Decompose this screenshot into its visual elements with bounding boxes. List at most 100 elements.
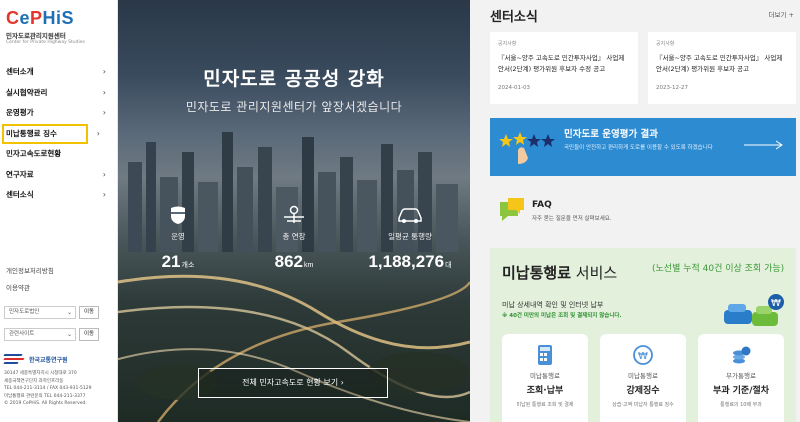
nav-item-highway-status[interactable]: 민자고속도로현황 (0, 144, 118, 165)
service-title: 조회·납부 (526, 386, 564, 396)
news-title: 『서울~양주 고속도로 민간투자사업』 사업제안서(2단계) 평가위원 후보자 … (656, 54, 783, 73)
related-site-select-row: 관련사이트 ⌄ 이동 (4, 328, 99, 341)
car-icon (398, 208, 422, 223)
service-lookup-pay[interactable]: 미납통행료 조회·납부 미납된 통행료 조회 및 결제 (502, 334, 588, 422)
highway-shield-icon (171, 206, 185, 224)
svg-text:₩: ₩ (771, 298, 781, 309)
right-panel: 센터소식 더보기 + 공지사항 『서울~양주 고속도로 민간투자사업』 사업제안… (470, 0, 800, 422)
hero-title: 민자도로 공공성 강화 (203, 68, 385, 90)
chevron-right-icon: › (340, 378, 344, 387)
hero-subtitle: 민자도로 관리지원센터가 앞장서겠습니다 (185, 100, 403, 114)
logo-wordmark: CePHiS (6, 8, 75, 28)
logo-korean-name: 민자도로관리지원센터 (6, 32, 66, 40)
nav-item-research[interactable]: 연구자료 › (0, 165, 118, 186)
news-date: 2024-01-03 (498, 85, 530, 91)
stat-label: 운영 (171, 232, 185, 241)
chevron-right-icon: › (102, 67, 106, 76)
news-card[interactable]: 공지사항 『서울~양주 고속도로 민간투자사업』 사업제안서(2단계) 평가위원… (648, 32, 796, 104)
page: CePHiS 민자도로관리지원센터 Center for Private Hig… (0, 0, 800, 422)
nav-item-evaluation[interactable]: 운영평가 › (0, 103, 118, 124)
select-value: 민자도로법인 (9, 309, 40, 315)
nav-label: 연구자료 (6, 169, 34, 179)
banner-title: 민자도로 운영평가 결과 (564, 129, 659, 140)
nav-item-agreement[interactable]: 실시협약관리 › (0, 83, 118, 104)
site-logo[interactable]: CePHiS 민자도로관리지원센터 Center for Private Hig… (6, 8, 85, 45)
road-length-icon (284, 205, 304, 223)
news-category: 공지사항 (656, 41, 675, 47)
org-name: 한국교통연구원 (29, 356, 68, 364)
news-card[interactable]: 공지사항 『서울~양주 고속도로 민간투자사업』 사업제안서(2단계) 평가위원… (490, 32, 638, 104)
service-description: 상습·고액 미납자 통행료 징수 (612, 402, 674, 408)
service-surcharge-criteria[interactable]: 부가통행료 부과 기준/절차 통행료의 10배 부과 (698, 334, 784, 422)
select-value: 관련사이트 (9, 331, 35, 337)
service-description: 미납된 통행료 조회 및 결제 (516, 402, 574, 408)
nav-label: 민자고속도로현황 (6, 149, 62, 158)
service-description: 통행료의 10배 부과 (720, 402, 762, 408)
nav-item-news[interactable]: 센터소식 › (0, 185, 118, 206)
service-forced-collection[interactable]: ₩ 미납통행료 강제징수 상습·고액 미납자 통행료 징수 (600, 334, 686, 422)
logo-english-name: Center for Private Highway Studies (6, 40, 85, 45)
org-logo: 한국교통연구원 (3, 352, 68, 366)
related-site-select[interactable]: 관련사이트 ⌄ (4, 328, 76, 341)
cars-won-illustration-icon: ₩ (724, 294, 784, 326)
stat-traffic: 일평균 통행량 1,188,276대 (355, 205, 465, 272)
button-label: 전체 민자고속도로 현황 보기 (242, 378, 339, 387)
faq-description: 자주 묻는 질문을 먼저 살펴보세요. (532, 216, 612, 222)
unpaid-toll-service: 미납통행료 서비스 (노선별 누적 40건 이상 조회 가능) 미납 상세내역 … (490, 248, 796, 422)
chevron-down-icon: ⌄ (66, 331, 72, 338)
arrow-right-icon (744, 140, 783, 150)
address-line: 세종국책연구단지 과학인프라동 (4, 378, 64, 384)
stat-value: 1,188,276대 (368, 252, 452, 271)
unpaid-service-note: (노선별 누적 40건 이상 조회 가능) (652, 264, 785, 274)
chevron-right-icon: › (96, 128, 100, 138)
nav-label: 미납통행료 징수 (6, 128, 57, 138)
unpaid-service-desc: 미납 상세내역 확인 및 인터넷 납부 (502, 301, 604, 309)
stat-length: 총 연장 862km (239, 205, 349, 272)
service-subtitle: 미납통행료 (628, 372, 658, 380)
chevron-right-icon: › (102, 108, 106, 117)
news-title: 『서울~양주 고속도로 민간투자사업』 사업제안서(2단계) 평가위원 후보자 … (498, 54, 625, 73)
privacy-policy-link[interactable]: 개인정보처리방침 (6, 265, 54, 275)
chevron-right-icon: › (102, 169, 106, 179)
service-title: 강제징수 (626, 386, 660, 396)
koti-logo-icon (3, 352, 26, 366)
chevron-right-icon: › (102, 190, 106, 199)
nav-item-unpaid-toll[interactable]: 미납통행료 징수 › (2, 123, 100, 144)
hero-section: 민자도로 공공성 강화 민자도로 관리지원센터가 앞장서겠습니다 운영 21개소… (118, 0, 470, 422)
news-more-link[interactable]: 더보기 + (769, 9, 794, 19)
address-line: 30147 세종특별자치시 시청대로 370 (4, 371, 77, 376)
faq-link[interactable]: FAQ 자주 묻는 질문을 먼저 살펴보세요. (490, 188, 796, 234)
evaluation-result-banner[interactable]: 민자도로 운영평가 결과 국민들이 안전하고 편리하게 도로를 이용할 수 있도… (490, 118, 796, 176)
sidebar: CePHiS 민자도로관리지원센터 Center for Private Hig… (0, 0, 118, 422)
related-site-go-button[interactable]: 이동 (79, 328, 99, 341)
private-road-select[interactable]: 민자도로법인 ⌄ (4, 306, 76, 319)
news-category: 공지사항 (498, 41, 517, 47)
rating-stars-icon (499, 132, 555, 164)
stat-value: 862km (274, 252, 314, 271)
service-title: 부과 기준/절차 (712, 386, 770, 396)
nav-label: 센터소개 (6, 67, 34, 76)
banner-description: 국민들이 안전하고 편리하게 도로를 이용할 수 있도록 하겠습니다 (564, 145, 713, 151)
org-address: 30147 세종특별자치시 시청대로 370 세종국책연구단지 과학인프라동 T… (4, 370, 116, 408)
address-line: TEL 044-211-3114 / FAX 043-931-5129 (4, 386, 92, 391)
main-nav: 센터소개 › 실시협약관리 › 운영평가 › 미납통행료 징수 › 민자고속도로현황 연… (0, 62, 118, 206)
news-date: 2023-12-27 (656, 85, 688, 91)
unpaid-service-title: 미납통행료 서비스 (502, 264, 618, 282)
private-road-select-row: 민자도로법인 ⌄ 이동 (4, 306, 99, 319)
nav-label: 운영평가 (6, 108, 34, 117)
view-all-highways-button[interactable]: 전체 민자고속도로 현황 보기 › (198, 368, 388, 398)
nav-item-center-intro[interactable]: 센터소개 › (0, 62, 118, 83)
copyright: © 2019 CePHiS. All Rights Reserved. (4, 401, 87, 406)
stat-label: 총 연장 (282, 232, 306, 241)
terms-link[interactable]: 이용약관 (6, 282, 30, 292)
calculator-icon (538, 345, 552, 365)
service-subtitle: 부가통행료 (726, 372, 756, 380)
nav-label: 실시협약관리 (6, 87, 48, 97)
nav-label: 센터소식 (6, 190, 34, 199)
private-road-go-button[interactable]: 이동 (79, 306, 99, 319)
stat-label: 일평균 통행량 (388, 232, 432, 241)
stat-operation: 운영 21개소 (123, 205, 233, 272)
faq-chat-icon (500, 198, 524, 221)
news-heading: 센터소식 (490, 10, 538, 25)
faq-title: FAQ (532, 200, 552, 210)
